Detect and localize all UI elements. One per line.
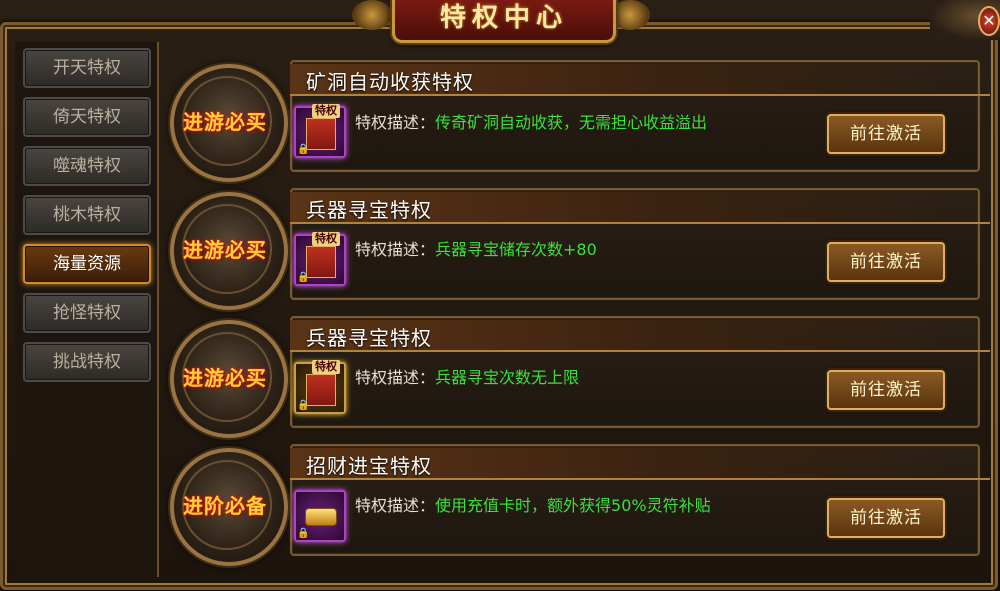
privilege-card-header: 矿洞自动收获特权 (290, 64, 990, 96)
privilege-scroll-icon[interactable]: 特权 🔒 (294, 232, 346, 286)
activate-button[interactable]: 前往激活 (827, 114, 945, 154)
privilege-card-header: 兵器寻宝特权 (290, 320, 990, 352)
must-have-badge: 进阶必备 (170, 448, 288, 566)
privilege-tag: 特权 (312, 104, 340, 118)
privilege-title: 兵器寻宝特权 (306, 326, 432, 350)
lock-icon: 🔒 (297, 528, 310, 539)
description-label: 特权描述： (355, 368, 436, 387)
description-label: 特权描述： (355, 113, 436, 132)
scroll-shape (306, 246, 336, 278)
privilege-card-header: 招财进宝特权 (290, 448, 990, 480)
privilege-list: 矿洞自动收获特权 进游必买 特权 🔒 特权描述：传奇矿洞自动收获，无需担心收益溢… (160, 42, 990, 577)
privilege-description: 特权描述：使用充值卡时，额外获得50%灵符补贴 (355, 495, 711, 517)
description-value: 兵器寻宝储存次数+80 (435, 240, 597, 259)
scroll-shape (306, 374, 336, 406)
sidebar-item-taomu[interactable]: 桃木特权 (23, 195, 151, 235)
close-icon[interactable]: ✕ (978, 6, 1000, 36)
description-value: 传奇矿洞自动收获，无需担心收益溢出 (435, 113, 708, 132)
privilege-scroll-icon[interactable]: 特权 🔒 (294, 104, 346, 158)
description-value: 兵器寻宝次数无上限 (435, 368, 580, 387)
privilege-title: 兵器寻宝特权 (306, 198, 432, 222)
lock-icon: 🔒 (297, 272, 310, 283)
gold-ingot-shape (305, 508, 337, 526)
title-ornament-right (610, 0, 650, 30)
description-label: 特权描述： (355, 240, 436, 259)
description-label: 特权描述： (355, 496, 436, 515)
activate-button[interactable]: 前往激活 (827, 498, 945, 538)
title-ornament-left (352, 0, 392, 30)
sidebar-item-tiaozhan[interactable]: 挑战特权 (23, 342, 151, 382)
must-buy-badge: 进游必买 (170, 64, 288, 182)
activate-button[interactable]: 前往激活 (827, 242, 945, 282)
sidebar-item-yitian[interactable]: 倚天特权 (23, 97, 151, 137)
lock-icon: 🔒 (297, 144, 310, 155)
privilege-title: 矿洞自动收获特权 (306, 70, 474, 94)
scroll-shape (306, 118, 336, 150)
privilege-tag: 特权 (312, 232, 340, 246)
window-title-plaque: 特权中心 (392, 0, 616, 43)
privilege-title: 招财进宝特权 (306, 454, 432, 478)
privilege-description: 特权描述：传奇矿洞自动收获，无需担心收益溢出 (355, 112, 707, 134)
privilege-card-header: 兵器寻宝特权 (290, 192, 990, 224)
privilege-description: 特权描述：兵器寻宝储存次数+80 (355, 239, 597, 261)
privilege-tag: 特权 (312, 360, 340, 374)
badge-label: 进游必买 (183, 110, 267, 134)
window-title: 特权中心 (439, 3, 568, 33)
privilege-scroll-icon[interactable]: 特权 🔒 (294, 360, 346, 414)
privilege-category-sidebar: 开天特权 倚天特权 噬魂特权 桃木特权 海量资源 抢怪特权 挑战特权 (15, 42, 159, 577)
lock-icon: 🔒 (297, 400, 310, 411)
must-buy-badge: 进游必买 (170, 192, 288, 310)
must-buy-badge: 进游必买 (170, 320, 288, 438)
badge-label: 进游必买 (183, 238, 267, 262)
sidebar-item-kaitian[interactable]: 开天特权 (23, 48, 151, 88)
sidebar-item-resources[interactable]: 海量资源 (23, 244, 151, 284)
description-value: 使用充值卡时，额外获得50%灵符补贴 (435, 496, 711, 515)
badge-label: 进阶必备 (183, 494, 267, 518)
privilege-center-window: 特权中心 ✕ 开天特权 倚天特权 噬魂特权 桃木特权 海量资源 抢怪特权 挑战特… (0, 0, 1000, 591)
sidebar-item-shihun[interactable]: 噬魂特权 (23, 146, 151, 186)
badge-label: 进游必买 (183, 366, 267, 390)
privilege-description: 特权描述：兵器寻宝次数无上限 (355, 367, 579, 389)
sidebar-item-qiangguai[interactable]: 抢怪特权 (23, 293, 151, 333)
activate-button[interactable]: 前往激活 (827, 370, 945, 410)
gold-ingot-card-icon[interactable]: 🔒 (294, 490, 346, 542)
